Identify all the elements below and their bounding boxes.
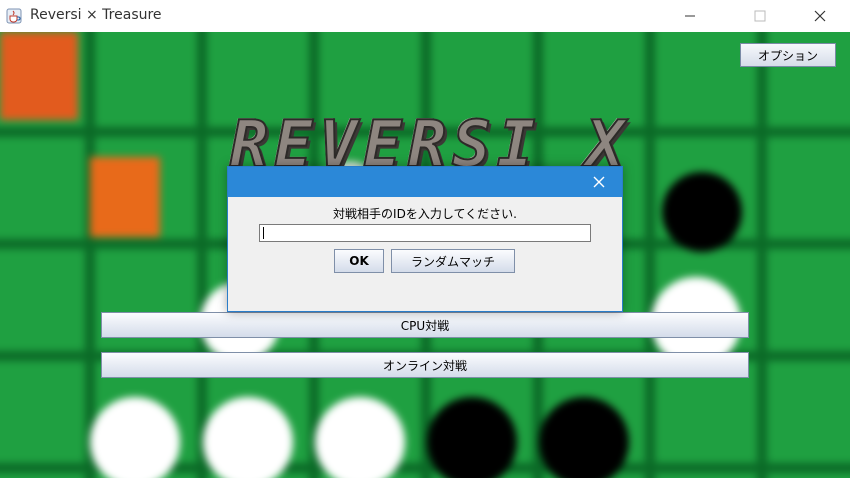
close-icon [593, 176, 605, 188]
dialog-titlebar [228, 167, 622, 197]
window-title: Reversi × Treasure [30, 7, 162, 23]
dialog-close-button[interactable] [582, 167, 616, 197]
maximize-icon [754, 10, 766, 22]
opponent-id-input[interactable] [259, 224, 591, 242]
minimize-icon [685, 15, 695, 17]
cpu-match-button[interactable]: CPU対戦 [101, 312, 749, 338]
window-titlebar: Reversi × Treasure [0, 0, 850, 33]
maximize-button[interactable] [737, 0, 783, 32]
minimize-button[interactable] [667, 0, 713, 32]
close-button[interactable] [797, 0, 843, 32]
ok-button[interactable]: OK [334, 249, 384, 273]
text-caret [263, 227, 264, 239]
opponent-id-dialog: 対戦相手のIDを入力してください. OK ランダムマッチ [227, 166, 623, 312]
java-cup-icon [6, 8, 22, 24]
close-icon [814, 10, 826, 22]
random-match-button[interactable]: ランダムマッチ [391, 249, 515, 273]
dialog-message: 対戦相手のIDを入力してください. [333, 207, 517, 221]
online-match-button[interactable]: オンライン対戦 [101, 352, 749, 378]
options-button[interactable]: オプション [740, 43, 836, 67]
